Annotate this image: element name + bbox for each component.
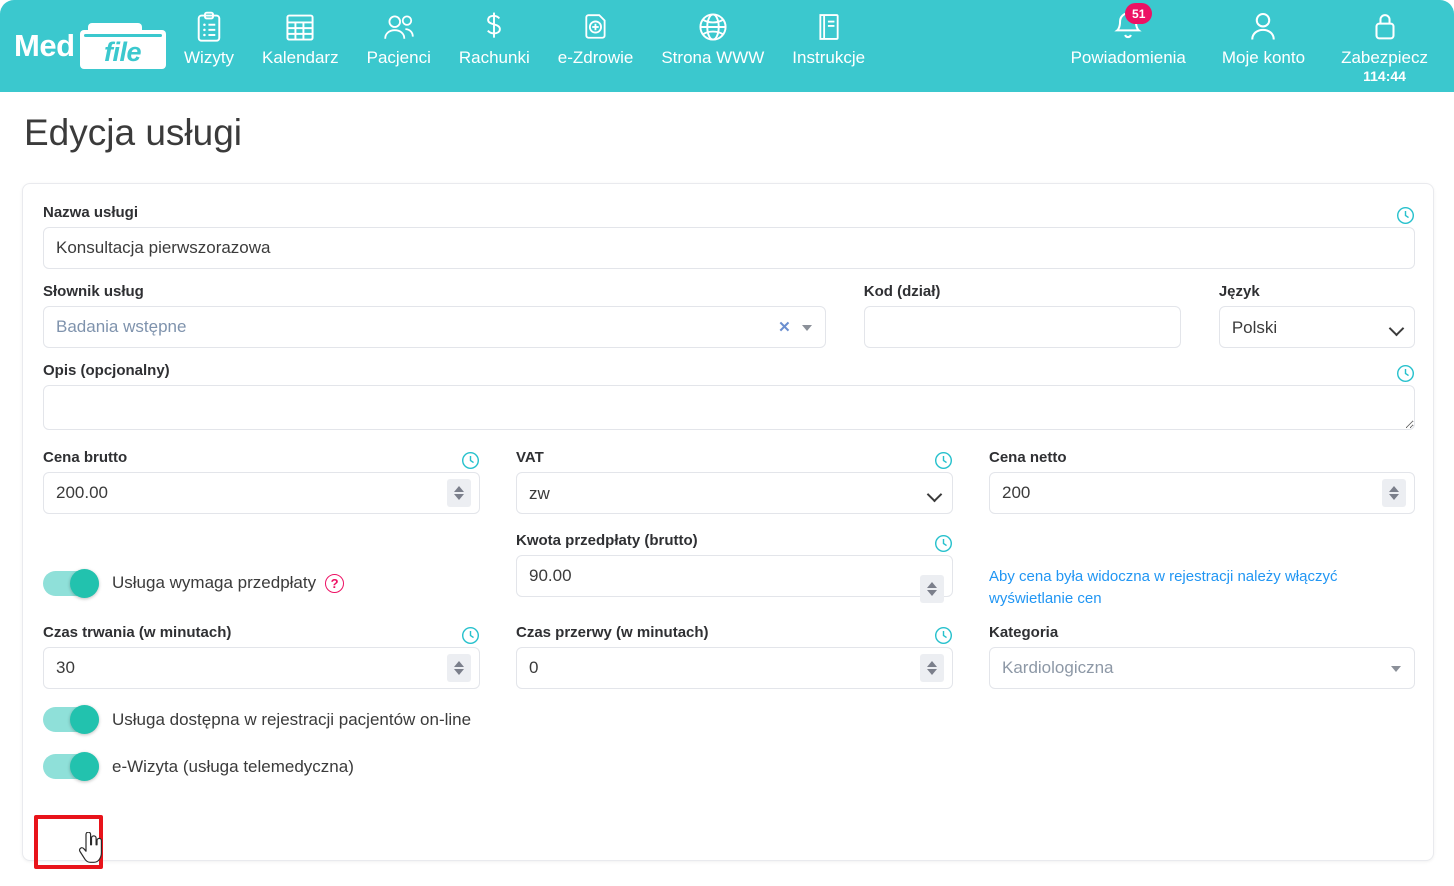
nav-item-zabezpiecz[interactable]: Zabezpiecz 114:44 <box>1323 8 1446 84</box>
history-clock-icon[interactable] <box>934 451 953 470</box>
price-net-label: Cena netto <box>989 449 1067 466</box>
top-navigation-bar: Med file Wizyty Kalendarz Pacjenci Rachu… <box>0 0 1454 92</box>
price-net-input[interactable] <box>989 472 1415 514</box>
description-label: Opis (opcjonalny) <box>43 362 170 379</box>
form-row-online-toggle: Usługa dostępna w rejestracji pacjentów … <box>43 705 1415 734</box>
price-visibility-hint-link[interactable]: Aby cena była widoczna w rejestracji nal… <box>989 568 1337 607</box>
service-name-label: Nazwa usługi <box>43 204 139 221</box>
form-row-evisit-toggle: e-Wizyta (usługa telemedyczna) <box>43 752 1415 781</box>
nav-item-pacjenci[interactable]: Pacjenci <box>353 8 445 68</box>
medical-card-icon <box>582 8 610 46</box>
nav-item-strona-www[interactable]: Strona WWW <box>647 8 778 68</box>
category-select[interactable]: Kardiologiczna <box>989 647 1415 689</box>
language-label: Język <box>1218 283 1260 300</box>
chevron-down-icon[interactable] <box>801 325 812 331</box>
form-row-prices: Cena brutto VAT <box>43 449 1415 514</box>
clipboard-list-icon <box>195 8 223 46</box>
service-name-input[interactable] <box>43 227 1415 269</box>
evisit-label: e-Wizyta (usługa telemedyczna) <box>112 756 354 776</box>
history-clock-icon[interactable] <box>934 534 953 553</box>
break-time-input[interactable] <box>516 647 953 689</box>
price-gross-input[interactable] <box>43 472 480 514</box>
language-select[interactable]: Polski <box>1218 306 1415 348</box>
help-icon[interactable]: ? <box>325 573 345 593</box>
prepay-amount-label: Kwota przedpłaty (brutto) <box>516 532 698 549</box>
edit-service-form-card: Nazwa usługi Słownik usług Badania wstęp… <box>22 183 1434 861</box>
nav-label: Instrukcje <box>792 48 866 67</box>
nav-label: Rachunki <box>458 48 530 67</box>
nav-label: Zabezpiecz <box>1341 48 1428 67</box>
lock-icon <box>1371 8 1399 46</box>
nav-item-e-zdrowie[interactable]: e-Zdrowie <box>544 8 648 68</box>
user-icon <box>1248 8 1278 46</box>
form-row-dictionary: Słownik usług Badania wstępne ✕ Kod (dzi… <box>43 283 1415 348</box>
history-clock-icon[interactable] <box>934 626 953 645</box>
nav-label: Strona WWW <box>661 48 765 67</box>
nav-item-powiadomienia[interactable]: 51 Powiadomienia <box>1053 3 1204 68</box>
users-icon <box>382 8 416 46</box>
page-title: Edycja usługi <box>24 112 243 153</box>
app-root: Med file Wizyty Kalendarz Pacjenci Rachu… <box>0 0 1454 886</box>
form-row-prepay: Usługa wymaga przedpłaty ? Kwota przedpł… <box>43 532 1415 610</box>
vat-select[interactable]: zw <box>516 472 953 514</box>
book-icon <box>816 8 842 46</box>
history-clock-icon[interactable] <box>461 451 480 470</box>
vat-label: VAT <box>516 449 544 466</box>
nav-right-items: 51 Powiadomienia Moje konto Zabezpiecz 1… <box>1053 0 1454 92</box>
brand-logo[interactable]: Med file <box>0 0 170 92</box>
prepay-amount-input[interactable] <box>516 555 953 597</box>
history-clock-icon[interactable] <box>1396 206 1415 225</box>
break-time-label: Czas przerwy (w minutach) <box>516 624 709 641</box>
session-timer: 114:44 <box>1363 68 1406 84</box>
nav-item-moje-konto[interactable]: Moje konto <box>1204 8 1323 68</box>
globe-icon <box>697 8 729 46</box>
form-row-description: Opis (opcjonalny) <box>43 362 1415 435</box>
nav-label: Wizyty <box>184 48 235 67</box>
price-gross-label: Cena brutto <box>43 449 128 466</box>
nav-label: Kalendarz <box>262 48 339 67</box>
calendar-icon <box>285 8 315 46</box>
category-value: Kardiologiczna <box>1002 658 1114 677</box>
folder-icon: file <box>79 23 166 69</box>
form-row-durations: Czas trwania (w minutach) Czas przerwy (… <box>43 624 1415 689</box>
form-row-service-name: Nazwa usługi <box>43 204 1415 269</box>
description-textarea[interactable] <box>43 385 1415 430</box>
nav-item-wizyty[interactable]: Wizyty <box>170 8 248 68</box>
nav-label: Pacjenci <box>366 48 431 67</box>
brand-name-med: Med <box>14 28 75 63</box>
nav-item-rachunki[interactable]: Rachunki <box>445 8 544 68</box>
prepay-toggle-label: Usługa wymaga przedpłaty <box>112 573 317 592</box>
code-input[interactable] <box>863 306 1181 348</box>
nav-label: e-Zdrowie <box>557 48 634 67</box>
nav-items: Wizyty Kalendarz Pacjenci Rachunki e-Zdr… <box>170 0 879 92</box>
notifications-badge: 51 <box>1125 3 1153 24</box>
dollar-icon <box>482 8 506 46</box>
dictionary-value: Badania wstępne <box>56 317 187 336</box>
code-label: Kod (dział) <box>863 283 941 300</box>
evisit-toggle[interactable] <box>43 752 99 781</box>
brand-name-file: file <box>103 36 142 67</box>
history-clock-icon[interactable] <box>1396 364 1415 383</box>
duration-label: Czas trwania (w minutach) <box>43 624 232 641</box>
dictionary-select[interactable]: Badania wstępne ✕ <box>43 306 826 348</box>
nav-label: Powiadomienia <box>1070 48 1186 67</box>
nav-label: Moje konto <box>1221 48 1306 67</box>
prepay-toggle[interactable] <box>43 568 99 598</box>
history-clock-icon[interactable] <box>461 626 480 645</box>
chevron-down-icon[interactable] <box>1391 666 1401 672</box>
online-registration-label: Usługa dostępna w rejestracji pacjentów … <box>112 709 472 729</box>
clear-icon[interactable]: ✕ <box>778 318 791 336</box>
category-label: Kategoria <box>989 624 1059 641</box>
online-registration-toggle[interactable] <box>43 705 99 734</box>
nav-item-kalendarz[interactable]: Kalendarz <box>248 8 353 68</box>
nav-item-instrukcje[interactable]: Instrukcje <box>778 8 879 68</box>
dictionary-label: Słownik usług <box>43 283 144 300</box>
duration-input[interactable] <box>43 647 480 689</box>
